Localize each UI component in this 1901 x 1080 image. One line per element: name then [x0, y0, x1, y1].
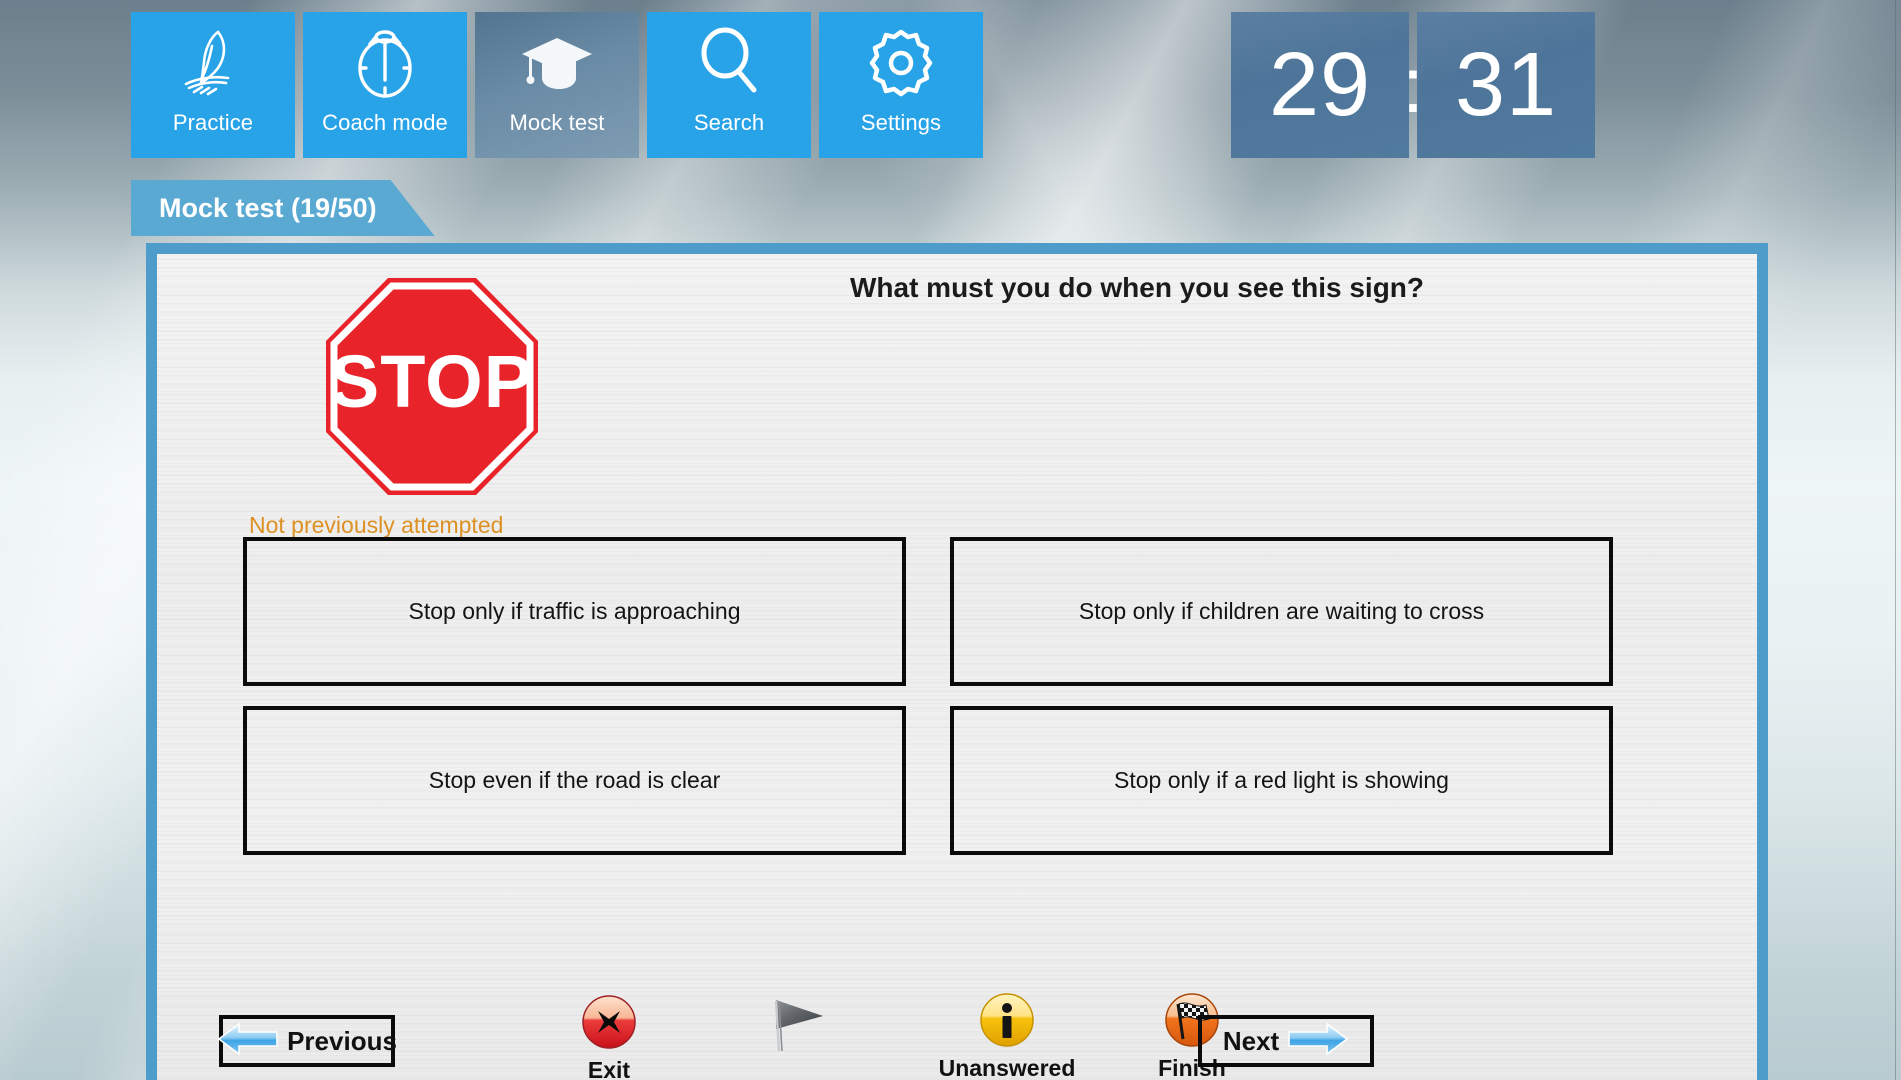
- nav-tile-label: Settings: [860, 110, 942, 135]
- nav-tile-mock-test[interactable]: Mock test: [475, 12, 639, 158]
- nav-tile-label: Practice: [172, 110, 254, 135]
- flag-icon: [765, 994, 835, 1061]
- quill-pen-icon: [131, 18, 295, 108]
- nav-tile-label: Mock test: [509, 110, 605, 135]
- next-button[interactable]: Next: [1198, 1015, 1374, 1067]
- attempt-status-label: Not previously attempted: [249, 512, 504, 538]
- section-title-tab: Mock test (19/50): [131, 180, 435, 236]
- svg-text:STOP: STOP: [330, 340, 534, 423]
- main-navigation: Practice Coach mode Mock test Search Set…: [131, 12, 983, 158]
- question-panel: STOP What must you do when you see this …: [146, 243, 1768, 1080]
- nav-tile-coach-mode[interactable]: Coach mode: [303, 12, 467, 158]
- answer-option[interactable]: Stop only if children are waiting to cro…: [950, 537, 1613, 686]
- timer-seconds-value: 31: [1454, 35, 1558, 135]
- app-root: Practice Coach mode Mock test Search Set…: [0, 0, 1901, 1080]
- nav-tile-label: Coach mode: [322, 110, 448, 135]
- graduation-cap-icon: [475, 18, 639, 108]
- previous-button[interactable]: Previous: [217, 1015, 397, 1067]
- info-icon: [979, 992, 1035, 1053]
- nav-tile-settings[interactable]: Settings: [819, 12, 983, 158]
- nav-tile-search[interactable]: Search: [647, 12, 811, 158]
- answer-options: Stop only if traffic is approaching Stop…: [243, 537, 1681, 855]
- timer-minutes: 29: [1231, 12, 1409, 158]
- next-button-label: Next: [1222, 1025, 1280, 1056]
- flag-question-button[interactable]: [740, 994, 860, 1063]
- unanswered-button-label: Unanswered: [938, 1055, 1076, 1080]
- timer-separator: :: [1402, 40, 1424, 129]
- timer-seconds: 31: [1417, 12, 1595, 158]
- screen-edge-line: [1895, 0, 1896, 1080]
- exit-icon: [581, 994, 637, 1055]
- stopwatch-icon: [303, 18, 467, 108]
- gear-icon: [819, 18, 983, 108]
- unanswered-button[interactable]: Unanswered: [922, 992, 1092, 1080]
- nav-tile-practice[interactable]: Practice: [131, 12, 295, 158]
- arrow-right-icon: [1287, 1019, 1349, 1064]
- answer-option[interactable]: Stop only if a red light is showing: [950, 706, 1613, 855]
- question-header: STOP What must you do when you see this …: [157, 254, 1757, 514]
- answer-option[interactable]: Stop even if the road is clear: [243, 706, 906, 855]
- arrow-left-icon: [217, 1019, 279, 1064]
- magnifier-icon: [647, 18, 811, 108]
- exit-button-label: Exit: [587, 1057, 631, 1080]
- question-toolbar: Previous Exit Unanswered Finish Next: [157, 874, 1757, 1080]
- stop-sign-image: STOP: [322, 274, 542, 499]
- exit-button[interactable]: Exit: [549, 994, 669, 1080]
- question-text: What must you do when you see this sign?: [849, 272, 1425, 303]
- timer-minutes-value: 29: [1268, 35, 1372, 135]
- previous-button-label: Previous: [287, 1025, 397, 1056]
- nav-tile-label: Search: [693, 110, 765, 135]
- answer-option[interactable]: Stop only if traffic is approaching: [243, 537, 906, 686]
